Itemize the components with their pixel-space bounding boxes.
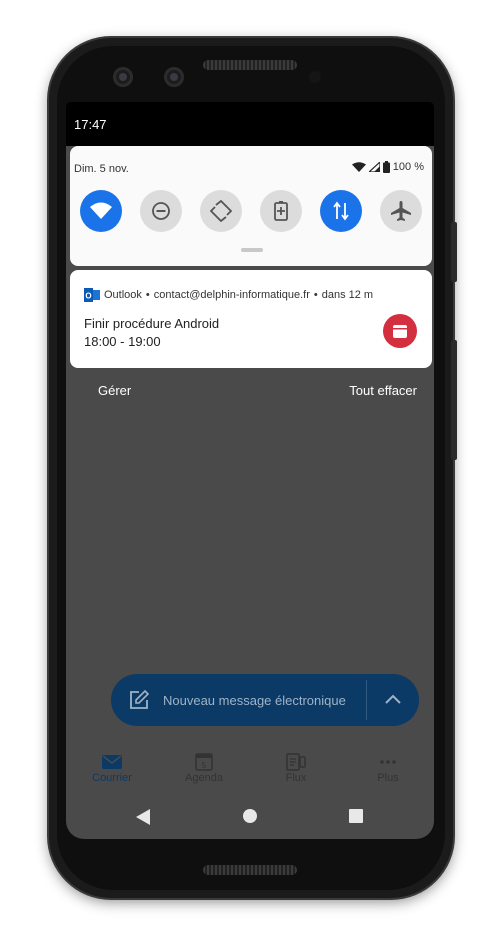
wifi-tile[interactable]	[80, 190, 122, 232]
recents-icon[interactable]	[349, 809, 363, 823]
home-icon[interactable]	[243, 809, 257, 823]
cell-signal-icon	[368, 162, 380, 172]
battery-icon	[382, 161, 390, 173]
front-camera-2-icon	[164, 67, 184, 87]
expand-handle[interactable]	[241, 248, 263, 252]
mail-icon	[102, 755, 122, 769]
header-separator-2: •	[313, 289, 318, 301]
notification-time-range: 18:00 - 19:00	[84, 334, 161, 349]
nav-plus-label: Plus	[377, 772, 399, 784]
proximity-sensor	[309, 71, 321, 83]
nav-agenda[interactable]: 5 Agenda	[158, 738, 250, 786]
power-button	[451, 222, 457, 282]
volume-button	[451, 340, 457, 460]
clock: 17:47	[74, 117, 107, 132]
qs-date[interactable]: Dim. 5 nov.	[74, 163, 129, 175]
airplane-icon	[391, 201, 411, 221]
notification-title: Finir procédure Android	[84, 316, 220, 331]
manage-button[interactable]: Gérer	[98, 383, 131, 398]
bottom-navigation: Courrier 5 Agenda Flux Plus	[66, 738, 434, 786]
mobile-data-tile[interactable]	[320, 190, 362, 232]
calendar-icon: 5	[195, 753, 213, 771]
outlook-notification[interactable]: O Outlook • contact@delphin-informatique…	[70, 270, 432, 368]
compose-button[interactable]: Nouveau message électronique	[111, 674, 419, 726]
wifi-icon	[90, 202, 112, 219]
feed-icon	[286, 753, 306, 771]
notification-app: Outlook	[104, 289, 142, 301]
chevron-up-icon[interactable]	[384, 692, 402, 706]
auto-rotate-tile[interactable]	[200, 190, 242, 232]
screen: 17:47 Dim. 5 nov. 100 % O Outlook • cont…	[66, 102, 434, 839]
system-navigation-bar	[66, 800, 434, 834]
header-separator: •	[145, 289, 150, 301]
status-bar: 17:47	[66, 102, 434, 146]
battery-saver-tile[interactable]	[260, 190, 302, 232]
auto-rotate-icon	[210, 200, 232, 222]
nav-agenda-label: Agenda	[185, 772, 223, 784]
airplane-mode-tile[interactable]	[380, 190, 422, 232]
outlook-icon: O	[84, 288, 100, 302]
do-not-disturb-icon	[152, 202, 170, 220]
do-not-disturb-tile[interactable]	[140, 190, 182, 232]
svg-text:O: O	[85, 292, 91, 301]
notification-header: O Outlook • contact@delphin-informatique…	[84, 288, 373, 302]
clear-all-button[interactable]: Tout effacer	[349, 383, 417, 398]
notification-account: contact@delphin-informatique.fr	[153, 289, 310, 301]
nav-plus[interactable]: Plus	[342, 738, 434, 786]
calendar-day: 5	[202, 761, 207, 770]
top-speaker	[203, 60, 297, 70]
compose-divider	[366, 680, 367, 720]
nav-courrier-label: Courrier	[92, 772, 132, 784]
compose-label: Nouveau message électronique	[163, 693, 346, 708]
front-camera-icon	[113, 67, 133, 87]
compose-icon	[130, 690, 149, 709]
mobile-data-icon	[333, 201, 349, 221]
battery-percent: 100 %	[392, 161, 424, 173]
back-icon[interactable]	[136, 809, 150, 825]
nav-flux[interactable]: Flux	[250, 738, 342, 786]
notification-when: dans 12 m	[321, 289, 374, 301]
battery-saver-icon	[274, 201, 288, 221]
quick-settings-panel: Dim. 5 nov. 100 %	[70, 146, 432, 266]
wifi-signal-icon	[351, 162, 366, 172]
more-icon	[380, 760, 396, 764]
calendar-action-button[interactable]	[383, 314, 417, 348]
qs-status-icons: 100 %	[351, 161, 424, 173]
calendar-icon	[393, 325, 407, 338]
bottom-speaker	[203, 865, 297, 875]
nav-courrier[interactable]: Courrier	[66, 738, 158, 786]
nav-flux-label: Flux	[285, 772, 307, 784]
